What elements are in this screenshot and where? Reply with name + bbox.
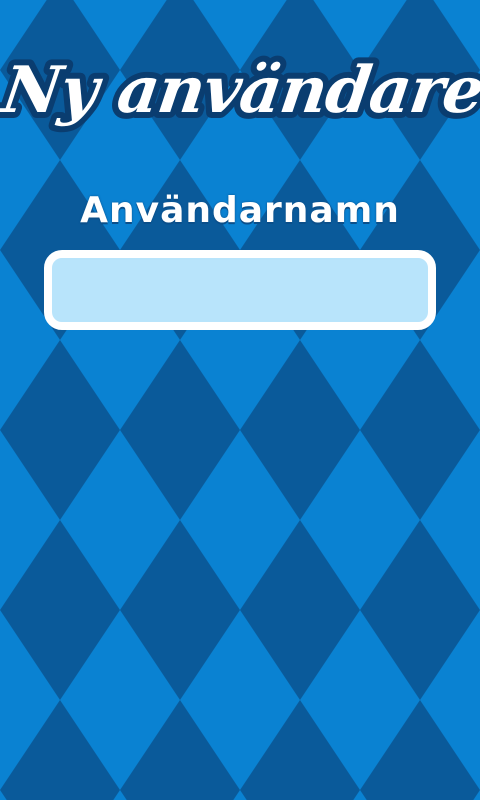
page-title: Ny användare Ny användare bbox=[0, 40, 480, 150]
new-user-screen: Ny användare Ny användare Användarnamn bbox=[0, 0, 480, 800]
page-title-text: Ny användare bbox=[0, 53, 480, 128]
username-input[interactable] bbox=[44, 250, 436, 330]
username-label: Användarnamn bbox=[80, 190, 400, 231]
